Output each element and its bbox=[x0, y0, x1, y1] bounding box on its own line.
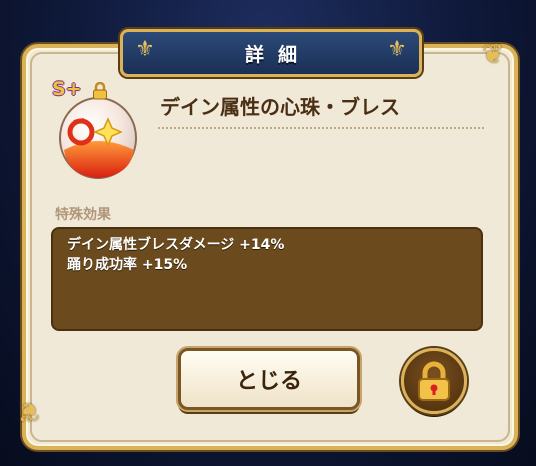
divider bbox=[158, 127, 484, 129]
special-effects-label: 特殊効果 bbox=[55, 207, 111, 223]
corner-ornament-icon: ❦ bbox=[482, 40, 504, 70]
fleur-ornament-icon: ⚜ bbox=[135, 37, 155, 62]
effects-box: デイン属性ブレスダメージ +14% 踊り成功率 +15% bbox=[51, 227, 483, 331]
header-banner: 詳細 ⚜ ⚜ bbox=[120, 29, 422, 77]
close-button[interactable]: とじる bbox=[178, 348, 360, 410]
detail-dialog-screen: ❦ ❦ 詳細 ⚜ ⚜ S+ デイン属性の心珠・ブレス 特殊効果 デイン属性ブレス… bbox=[0, 0, 536, 466]
dialog-title: 詳細 bbox=[244, 43, 311, 66]
lock-button[interactable] bbox=[401, 348, 467, 414]
effect-line: デイン属性ブレスダメージ +14% bbox=[67, 237, 285, 253]
small-lock-icon bbox=[92, 81, 108, 100]
item-name: デイン属性の心珠・ブレス bbox=[160, 95, 400, 119]
corner-ornament-icon: ❦ bbox=[18, 396, 40, 426]
rank-badge: S+ bbox=[52, 78, 82, 100]
lock-icon bbox=[418, 361, 450, 401]
effect-line: 踊り成功率 +15% bbox=[67, 257, 188, 273]
fleur-ornament-icon: ⚜ bbox=[387, 37, 407, 62]
